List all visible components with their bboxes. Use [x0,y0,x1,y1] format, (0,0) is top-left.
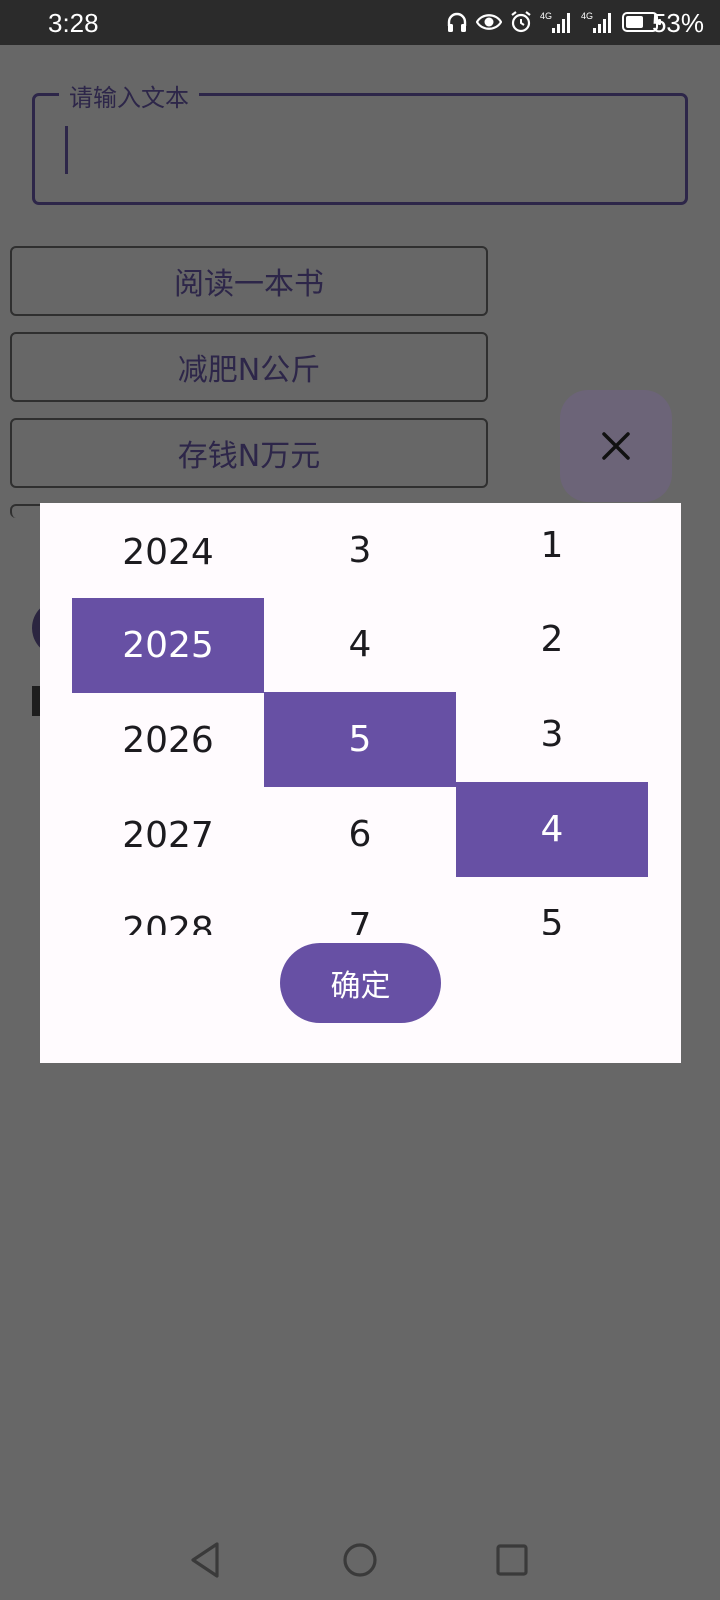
text-input-field[interactable]: 请输入文本 [32,78,688,205]
day-wheel[interactable]: 1 2 3 4 5 [456,503,648,935]
home-icon[interactable] [338,1538,382,1582]
text-cursor [65,126,68,174]
day-option[interactable]: 2 [456,592,648,687]
back-icon[interactable] [185,1538,229,1582]
headphones-icon [447,12,467,32]
status-bar: 3:28 4G 4G 53% [0,0,720,45]
goal-button-label: 存钱N万元 [177,439,321,474]
date-picker-wheels: 2024 2025 2026 2027 2028 3 4 5 6 7 1 2 3… [72,503,648,935]
month-wheel[interactable]: 3 4 5 6 7 [264,503,456,935]
close-fab-button[interactable] [560,390,672,502]
signal-4g-icon: 4G [540,11,570,33]
close-icon [602,432,630,460]
eye-icon [476,14,502,30]
confirm-button[interactable]: 确定 [280,943,441,1023]
navigation-bar [0,1520,720,1600]
date-picker-dialog: 2024 2025 2026 2027 2028 3 4 5 6 7 1 2 3… [40,503,681,1063]
month-option-selected[interactable]: 5 [264,692,456,787]
goal-button-lose-weight[interactable]: 减肥N公斤 [10,332,488,402]
goal-button-read-book[interactable]: 阅读一本书 [10,246,488,316]
signal-4g-icon: 4G [581,11,611,33]
alarm-icon [511,11,531,33]
network-label: 4G [540,11,552,21]
month-option[interactable]: 4 [264,597,456,692]
day-option-selected[interactable]: 4 [456,782,648,877]
status-icons: 4G 4G [445,10,662,34]
month-option[interactable]: 7 [264,879,456,935]
goal-button-label: 减肥N公斤 [177,353,321,388]
recents-icon[interactable] [490,1538,534,1582]
year-option[interactable]: 2026 [72,693,264,788]
text-input-label: 请输入文本 [59,78,199,113]
network-label: 4G [581,11,593,21]
year-wheel[interactable]: 2024 2025 2026 2027 2028 [72,503,264,935]
year-option[interactable]: 2028 [72,883,264,935]
goal-button-save-money[interactable]: 存钱N万元 [10,418,488,488]
day-option[interactable]: 5 [456,876,648,935]
battery-percent: 53% [651,8,704,38]
goal-button-label: 阅读一本书 [174,267,324,302]
status-time: 3:28 [48,8,99,38]
month-option[interactable]: 6 [264,787,456,882]
background-text-fragment [32,686,40,716]
month-option[interactable]: 3 [264,503,456,598]
year-option-selected[interactable]: 2025 [72,598,264,693]
day-option[interactable]: 3 [456,687,648,782]
year-option[interactable]: 2027 [72,788,264,883]
day-option[interactable]: 1 [456,503,648,593]
year-option[interactable]: 2024 [72,505,264,600]
